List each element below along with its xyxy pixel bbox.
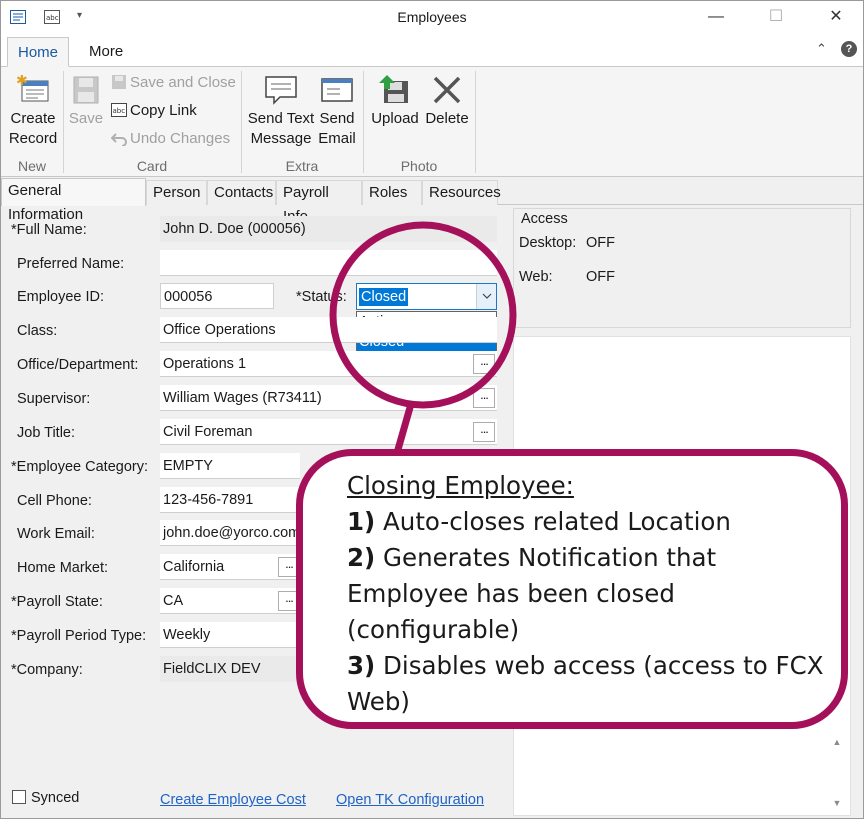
closing-employee-callout: Closing Employee: 1) Auto-closes related… — [296, 449, 848, 729]
callout-item-2: 2) Generates Notification that — [347, 540, 716, 576]
callout-item-2-line-2: Employee has been closed — [347, 579, 675, 608]
callout-item-1: 1) Auto-closes related Location — [347, 504, 731, 540]
callout-item-2-text: Generates Notification that — [375, 543, 717, 572]
callout-pointer — [393, 403, 415, 454]
callout-item-3: 3) Disables web access (access to FCX — [347, 648, 824, 684]
magnifier-circle — [329, 221, 517, 409]
callout-item-1-text: Auto-closes related Location — [375, 507, 731, 536]
callout-item-1-number: 1) — [347, 507, 376, 536]
callout-item-3-text: Disables web access (access to FCX — [375, 651, 824, 680]
callout-item-2-number: 2) — [347, 543, 376, 572]
callout-heading: Closing Employee: — [347, 471, 574, 500]
callout-item-3-line-2: Web) — [347, 687, 410, 716]
callout-item-2-line-3: (configurable) — [347, 615, 520, 644]
callout-item-3-number: 3) — [347, 651, 376, 680]
employees-window: abc ▾ Employees — ☐ ✕ Home More ⌃ ? ✱ Cr… — [0, 0, 864, 819]
